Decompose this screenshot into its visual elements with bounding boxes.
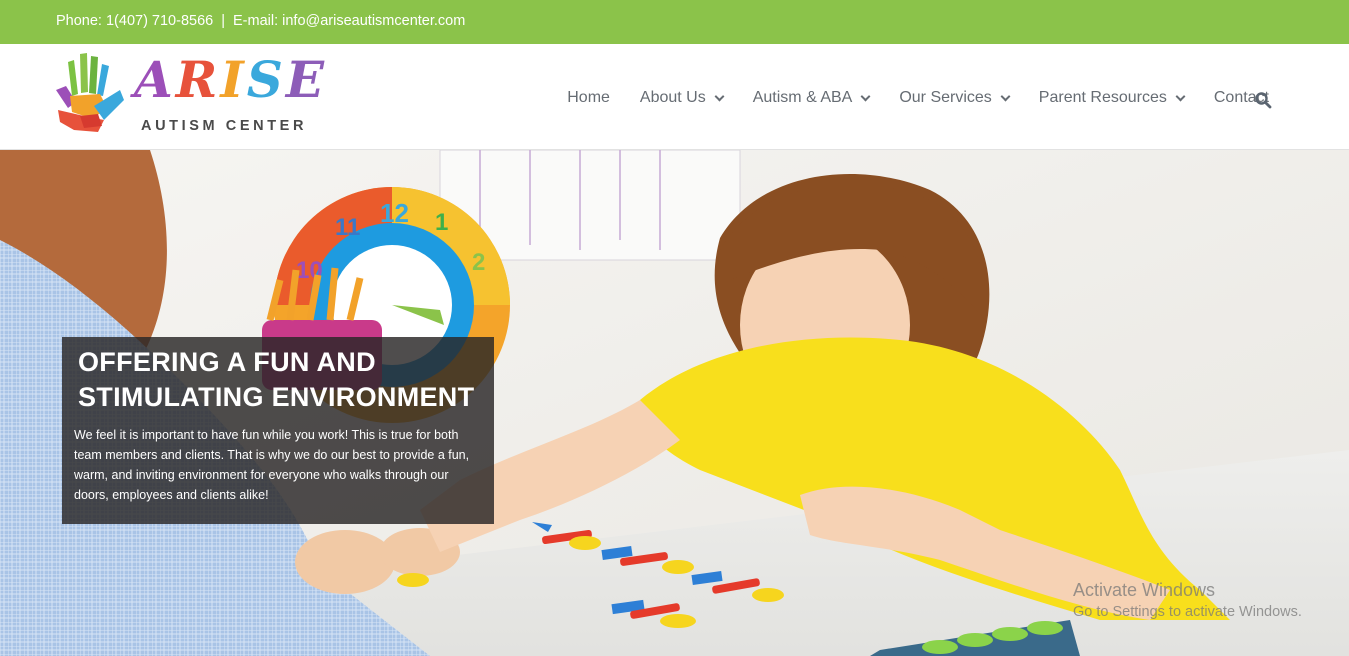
chevron-down-icon (1000, 91, 1011, 101)
chevron-down-icon (714, 91, 725, 101)
logo[interactable]: ARISE AUTISM CENTER (54, 48, 324, 140)
watermark-line1: Activate Windows (1073, 580, 1216, 600)
svg-text:12: 12 (380, 198, 409, 228)
hand-logo-icon (56, 53, 124, 132)
email-link[interactable]: E-mail: info@ariseautismcenter.com (233, 13, 465, 29)
hero-title-line2: STIMULATING ENVIRONMENT (78, 382, 475, 412)
nav-item-autism-aba[interactable]: Autism & ABA (752, 89, 871, 107)
nav-item-our-services[interactable]: Our Services (899, 89, 1011, 107)
hero-body: We feel it is important to have fun whil… (74, 428, 470, 502)
nav-item-label: About Us (639, 89, 706, 106)
search-icon[interactable] (1254, 91, 1272, 109)
hero-title: OFFERING A FUN AND STIMULATING ENVIRONME… (78, 345, 488, 415)
logo-wordmark: ARISE (134, 52, 327, 108)
hero-title-line1: OFFERING A FUN AND (78, 347, 376, 377)
logo-letter: R (175, 50, 221, 109)
svg-text:11: 11 (335, 214, 360, 241)
logo-letter: S (246, 50, 286, 109)
contact-separator: | (221, 13, 225, 29)
nav-item-home[interactable]: Home (567, 89, 610, 107)
nav-item-label: Autism & ABA (752, 89, 853, 106)
svg-text:2: 2 (472, 249, 485, 276)
watermark-line2: Go to Settings to activate Windows. (1073, 604, 1302, 620)
top-contact-bar: Phone: 1(407) 710-8566 | E-mail: info@aris… (0, 0, 1349, 44)
chevron-down-icon (860, 91, 871, 101)
nav-item-label: Parent Resources (1038, 89, 1167, 106)
phone-link[interactable]: Phone: 1(407) 710-8566 (56, 13, 213, 29)
site-header: ARISE AUTISM CENTER Home About Us Autism… (0, 44, 1349, 150)
windows-activation-watermark: Activate Windows Go to Settings to activ… (1073, 580, 1302, 620)
contact-info: Phone: 1(407) 710-8566 | E-mail: info@aris… (56, 13, 465, 29)
nav-item-about-us[interactable]: About Us (639, 89, 725, 107)
hero-caption: OFFERING A FUN AND STIMULATING ENVIRONME… (62, 337, 494, 524)
logo-letter: A (134, 50, 176, 109)
nav-item-label: Our Services (899, 89, 992, 106)
logo-letter: E (285, 50, 327, 109)
main-nav: Home About Us Autism & ABA Our Services … (567, 88, 1269, 108)
chevron-down-icon (1175, 91, 1186, 101)
logo-letter: I (220, 50, 247, 109)
logo-subtitle: AUTISM CENTER (141, 118, 308, 134)
nav-item-label: Home (567, 89, 610, 106)
svg-text:1: 1 (435, 209, 448, 236)
nav-item-parent-resources[interactable]: Parent Resources (1038, 89, 1186, 107)
